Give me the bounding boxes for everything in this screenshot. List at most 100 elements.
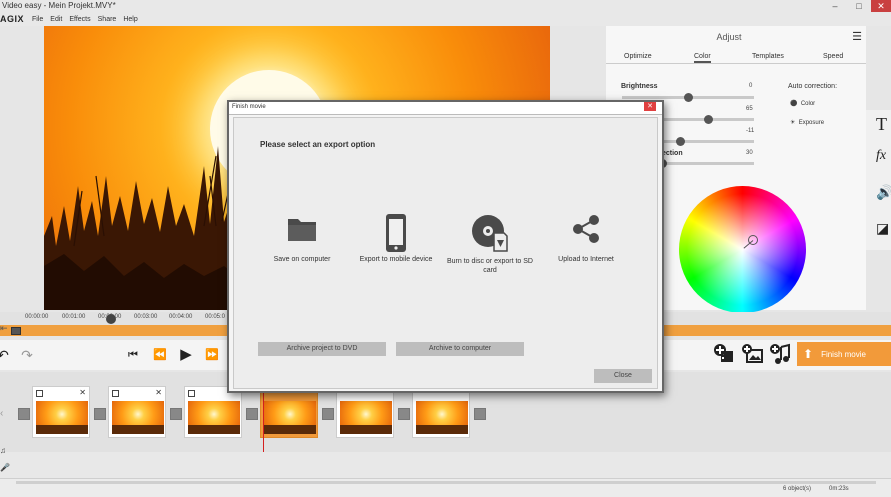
menu-share[interactable]: Share	[98, 16, 117, 23]
adjust-tabs: Optimize Color Templates Speed	[606, 48, 866, 64]
brand-logo: AGIX	[0, 14, 25, 24]
progress-handle[interactable]	[11, 327, 21, 335]
upload-internet-option[interactable]: Upload to Internet	[540, 213, 632, 264]
storyboard-clip[interactable]	[336, 386, 394, 438]
redo-button[interactable]: ↷	[18, 346, 36, 364]
clip-checkbox[interactable]	[188, 390, 195, 397]
clip-checkbox[interactable]	[112, 390, 119, 397]
finish-movie-label: Finish movie	[821, 349, 866, 359]
scroll-left-icon[interactable]: ‹	[0, 408, 3, 419]
slider-value: 65	[746, 106, 753, 112]
slider-knob[interactable]	[676, 137, 686, 146]
horizontal-scrollbar[interactable]	[16, 481, 876, 484]
menu-edit[interactable]: Edit	[50, 16, 62, 23]
auto-exposure-label: Exposure	[798, 120, 825, 126]
archive-dvd-button[interactable]: Archive project to DVD	[258, 342, 386, 356]
slider-knob[interactable]	[684, 93, 693, 102]
dialog-close-icon[interactable]: ✕	[644, 102, 656, 111]
storyboard-clip-selected[interactable]	[260, 386, 318, 438]
audio-tracks: ♫ 🎤	[0, 446, 891, 478]
transition-marker[interactable]	[474, 408, 486, 420]
clip-thumbnail	[264, 401, 316, 434]
transition-marker[interactable]	[18, 408, 30, 420]
menu-effects[interactable]: Effects	[69, 16, 90, 23]
transition-marker[interactable]	[94, 408, 106, 420]
status-bar: 6 object(s) 0m:23s	[0, 478, 891, 497]
save-on-computer-option[interactable]: Save on computer	[256, 213, 348, 264]
storyboard-clip[interactable]: ✕	[108, 386, 166, 438]
add-music-icon[interactable]	[769, 343, 791, 365]
play-button[interactable]: ▶	[177, 346, 195, 364]
window-close-button[interactable]: ✕	[871, 0, 891, 12]
fast-forward-button[interactable]: ⏩	[203, 346, 221, 364]
sun-icon: ☀	[790, 120, 799, 126]
correction-label: ection	[662, 150, 683, 157]
auto-color-option[interactable]: ⚫ Color	[790, 100, 815, 107]
brightness-label: Brightness	[621, 83, 658, 90]
tab-templates[interactable]: Templates	[752, 53, 784, 60]
color-wheel-handle[interactable]	[748, 235, 758, 245]
playhead-marker[interactable]	[106, 314, 116, 324]
finish-movie-dialog: Finish movie ✕ Please select an export o…	[227, 100, 664, 393]
tab-optimize[interactable]: Optimize	[624, 53, 652, 60]
maximize-button[interactable]: □	[847, 0, 871, 12]
storyboard-clip[interactable]	[412, 386, 470, 438]
finish-movie-button[interactable]: ⬆ Finish movie	[797, 342, 891, 366]
time-tick: 00:01:00	[62, 314, 86, 320]
burn-disc-option[interactable]: Burn to disc or export to SD card	[444, 213, 536, 275]
title-bar: Video easy - Mein Projekt.MVY* – □ ✕	[0, 0, 891, 12]
transition-marker[interactable]	[246, 408, 258, 420]
add-photo-icon[interactable]	[741, 343, 763, 365]
upload-internet-label: Upload to Internet	[558, 256, 614, 263]
close-button[interactable]: Close	[594, 369, 652, 383]
slider-value: -11	[746, 128, 755, 134]
add-video-icon[interactable]	[713, 343, 735, 365]
storyboard-clip[interactable]: ✕	[32, 386, 90, 438]
skip-back-button[interactable]: ⏮	[124, 346, 142, 364]
menu-help[interactable]: Help	[123, 16, 137, 23]
dialog-content: Please select an export option Save on c…	[233, 117, 658, 389]
window-title: Video easy - Mein Projekt.MVY*	[2, 1, 116, 10]
burn-disc-label: Burn to disc or export to SD card	[447, 258, 533, 274]
export-mobile-option[interactable]: Export to mobile device	[350, 213, 442, 264]
share-icon	[573, 215, 599, 243]
dialog-title: Finish movie	[232, 104, 266, 110]
duration-display: 0m:23s	[829, 486, 849, 492]
text-tool-icon[interactable]: T	[876, 114, 887, 135]
adjust-title: Adjust	[716, 32, 742, 42]
object-count: 6 object(s)	[783, 486, 812, 492]
music-track-icon: ♫	[0, 446, 6, 455]
clip-thumbnail	[112, 401, 164, 434]
menu-file[interactable]: File	[32, 16, 43, 23]
disc-sd-icon	[472, 215, 508, 252]
archive-computer-button[interactable]: Archive to computer	[396, 342, 524, 356]
tab-speed[interactable]: Speed	[823, 53, 843, 60]
effects-fx-icon[interactable]: fx	[876, 148, 886, 164]
tab-color[interactable]: Color	[694, 53, 711, 63]
dialog-heading: Please select an export option	[260, 140, 376, 149]
clip-remove-icon[interactable]: ✕	[79, 388, 86, 397]
storyboard-clip[interactable]	[184, 386, 242, 438]
time-tick: 00:05:0	[205, 314, 226, 320]
transition-marker[interactable]	[170, 408, 182, 420]
clip-remove-icon[interactable]: ✕	[155, 388, 162, 397]
collapse-toggle-icon[interactable]: ⇤	[0, 323, 10, 333]
hamburger-menu-icon[interactable]: ☰	[852, 30, 862, 43]
auto-correction-label: Auto correction:	[788, 83, 838, 90]
auto-exposure-option[interactable]: ☀ Exposure	[790, 119, 824, 126]
transition-marker[interactable]	[322, 408, 334, 420]
menu-bar: AGIX File Edit Effects Share Help	[0, 12, 891, 26]
slider-value: 30	[746, 150, 753, 156]
volume-icon[interactable]: 🔊	[876, 184, 891, 201]
rewind-button[interactable]: ⏪	[151, 346, 169, 364]
clip-thumbnail	[36, 401, 88, 434]
slider-knob[interactable]	[703, 115, 713, 124]
minimize-button[interactable]: –	[823, 0, 847, 12]
brightness-slider[interactable]	[622, 93, 754, 102]
dialog-title-bar: Finish movie ✕	[229, 102, 662, 115]
color-wheel[interactable]	[679, 186, 806, 313]
undo-button[interactable]: ↶	[0, 346, 12, 364]
transition-marker[interactable]	[398, 408, 410, 420]
crop-icon[interactable]: ◪	[876, 220, 889, 237]
clip-checkbox[interactable]	[36, 390, 43, 397]
